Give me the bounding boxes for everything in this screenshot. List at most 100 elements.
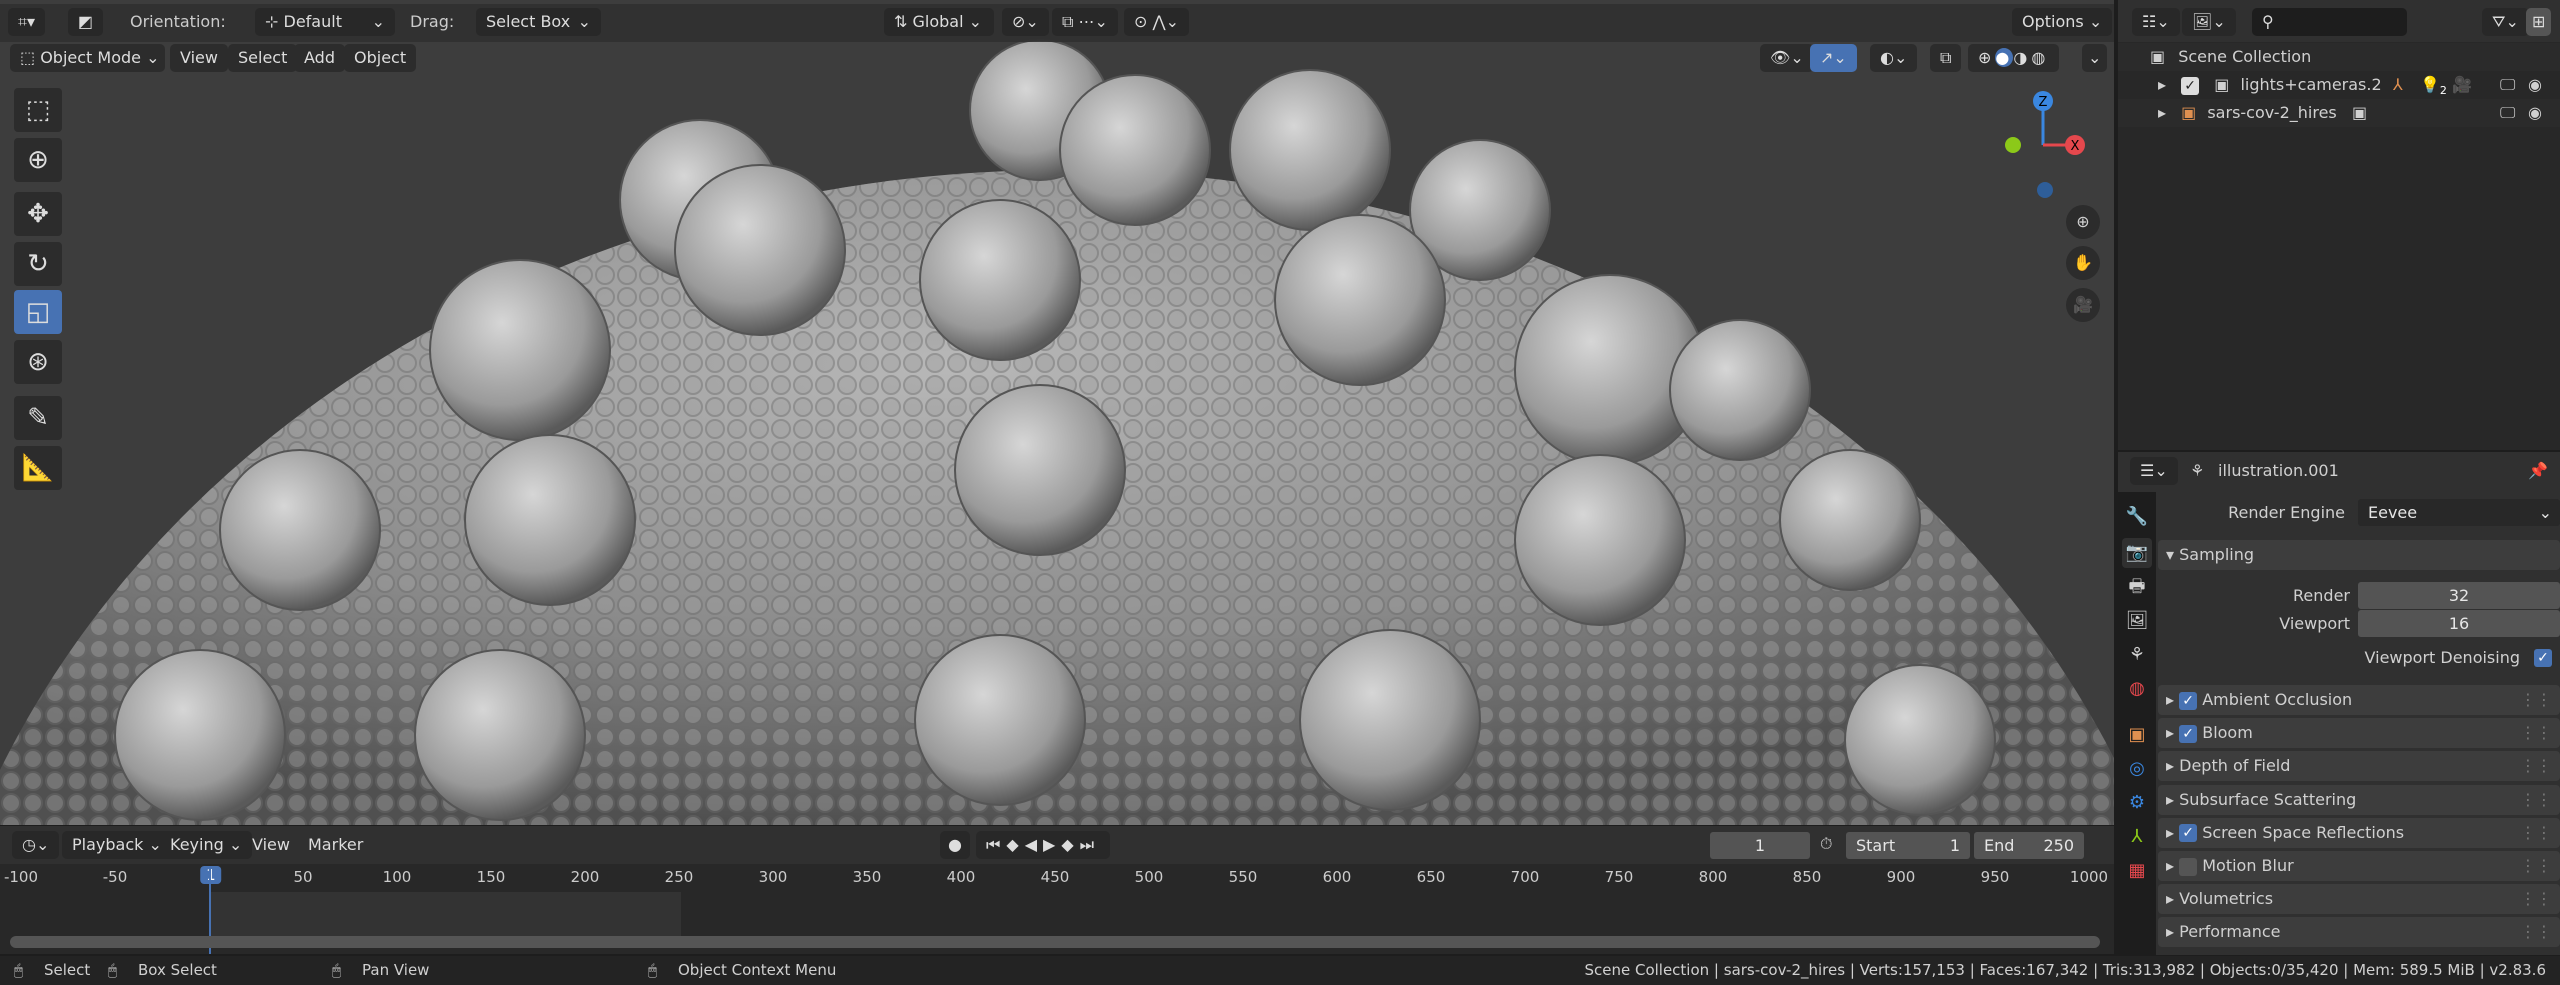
exclude-checkbox[interactable]: ✓ xyxy=(2181,76,2200,95)
tool-tab-icon[interactable]: 🔧 xyxy=(2122,502,2152,532)
pivot-icon[interactable]: ⊘⌄ xyxy=(1002,8,1049,36)
drag-dropdown[interactable]: Select Box ⌄ xyxy=(476,8,601,36)
panel-enable-checkbox[interactable]: ✓ xyxy=(2179,724,2198,743)
pan-hand-icon[interactable]: ✋ xyxy=(2066,246,2100,280)
menu-keying[interactable]: Keying ⌄ xyxy=(160,831,253,859)
xray-icon[interactable]: ⧉ xyxy=(1930,44,1962,72)
gizmo-toggle-icon[interactable]: ↗⌄ xyxy=(1810,44,1857,72)
sampling-panel-header[interactable]: ▾ Sampling xyxy=(2158,540,2560,570)
visibility-icon[interactable]: 👁⌄ xyxy=(1760,44,1814,72)
record-button[interactable]: ● xyxy=(940,831,970,859)
play-reverse-icon[interactable]: ◀ xyxy=(1025,835,1043,854)
drag-handle-icon[interactable]: ⋮⋮ xyxy=(2520,718,2552,748)
solid-icon[interactable]: ● xyxy=(1995,48,2014,67)
wireframe-icon[interactable]: ⊕ xyxy=(1978,48,1995,67)
prev-keyframe-icon[interactable]: ◆ xyxy=(1006,835,1024,854)
drag-handle-icon[interactable]: ⋮⋮ xyxy=(2520,851,2552,881)
render-tab-icon[interactable]: 📷 xyxy=(2122,538,2152,568)
camera-view-icon[interactable]: 🎥 xyxy=(2066,288,2100,322)
panel-header[interactable]: ▸ Volumetrics ⋮⋮ xyxy=(2158,884,2560,915)
start-frame-field[interactable]: Start 1 xyxy=(1846,832,1970,859)
zoom-icon[interactable]: ⊕ xyxy=(2066,205,2100,239)
panel-header[interactable]: ▸ ✓ Ambient Occlusion ⋮⋮ xyxy=(2158,685,2560,715)
transform-tool[interactable]: ⊛ xyxy=(14,340,62,384)
outliner-row-lights-cameras[interactable]: ▸ ✓ ▣ lights+cameras.2 ⅄ 💡2 🎥 🖵 ◉ xyxy=(2118,71,2560,99)
rendered-icon[interactable]: ◍ xyxy=(2031,48,2049,67)
play-icon[interactable]: ▶ xyxy=(1043,835,1061,854)
expand-arrow-icon[interactable]: ▸ xyxy=(2158,103,2166,122)
viewport-denoising-checkbox[interactable]: ✓ xyxy=(2534,649,2552,667)
texture-tab-icon[interactable]: ▦ xyxy=(2122,856,2152,886)
menu-add[interactable]: Add xyxy=(294,44,345,72)
drag-handle-icon[interactable]: ⋮⋮ xyxy=(2520,917,2552,947)
orientation-dropdown[interactable]: ⊹ Default ⌄ xyxy=(255,8,395,36)
filter-dropdown[interactable]: ⛛⌄ xyxy=(2482,8,2529,36)
display-mode-dropdown[interactable]: ☷⌄ xyxy=(2132,8,2180,36)
viewport-toggle-icon[interactable]: 🖵 xyxy=(2500,71,2515,99)
drag-handle-icon[interactable]: ⋮⋮ xyxy=(2520,884,2552,914)
3d-viewport[interactable]: ⌗▾ ◩ Orientation: ⊹ Default ⌄ Drag: Sele… xyxy=(0,0,2114,825)
menu-object[interactable]: Object xyxy=(344,44,417,72)
panel-header[interactable]: ▸ Performance ⋮⋮ xyxy=(2158,917,2560,948)
constraints-tab-icon[interactable]: ⚙ xyxy=(2122,788,2152,818)
scale-tool[interactable]: ◱ xyxy=(14,290,62,334)
overlays-icon[interactable]: ◐⌄ xyxy=(1870,44,1918,72)
panel-header[interactable]: ▸ Subsurface Scattering ⋮⋮ xyxy=(2158,784,2560,815)
annotate-tool[interactable]: ✎ xyxy=(14,396,62,440)
current-frame-field[interactable]: 1 xyxy=(1710,832,1810,859)
view-layer-tab-icon[interactable]: 🖼 xyxy=(2122,606,2152,636)
mode-dropdown[interactable]: ⬚ Object Mode ⌄ xyxy=(10,44,165,72)
world-tab-icon[interactable]: ◍ xyxy=(2122,674,2152,704)
render-engine-dropdown[interactable]: Eevee ⌄ xyxy=(2358,499,2560,526)
drag-handle-icon[interactable]: ⋮⋮ xyxy=(2520,785,2552,815)
proportional-edit-icon[interactable]: ⊙ ⋀⌄ xyxy=(1124,8,1190,36)
output-tab-icon[interactable]: 🖶 xyxy=(2122,572,2152,602)
outliner-row-scene-collection[interactable]: ▣ Scene Collection xyxy=(2118,43,2560,71)
drag-handle-icon[interactable]: ⋮⋮ xyxy=(2520,818,2552,848)
navigation-gizmo[interactable]: Z X xyxy=(1990,85,2090,200)
jump-end-icon[interactable]: ⏭ xyxy=(1080,835,1100,854)
editor-type-dropdown[interactable]: ◷⌄ xyxy=(12,831,60,859)
tool-icon[interactable]: ◩ xyxy=(68,8,104,36)
scene-tab-icon[interactable]: ⚘ xyxy=(2122,640,2152,670)
render-samples-field[interactable]: 32 xyxy=(2358,582,2560,609)
expand-arrow-icon[interactable]: ▸ xyxy=(2158,75,2166,94)
viewport-samples-field[interactable]: 16 xyxy=(2358,610,2560,637)
shading-dropdown[interactable]: ⌄ xyxy=(2082,44,2108,72)
jump-start-icon[interactable]: ⏮ xyxy=(986,835,1006,854)
transform-pivot-dropdown[interactable]: ⌗▾ xyxy=(8,8,46,36)
menu-playback[interactable]: Playback ⌄ xyxy=(62,831,172,859)
panel-header[interactable]: ▸ Depth of Field ⋮⋮ xyxy=(2158,751,2560,782)
outliner-search-input[interactable]: ⚲ xyxy=(2252,8,2407,36)
cursor-tool[interactable]: ⊕ xyxy=(14,138,62,182)
measure-tool[interactable]: 📐 xyxy=(14,446,62,490)
select-box-tool[interactable]: ⬚ xyxy=(14,88,62,132)
pin-icon[interactable]: 📌 xyxy=(2528,452,2548,490)
panel-header[interactable]: ▸ ✓ Motion Blur ⋮⋮ xyxy=(2158,851,2560,881)
drag-handle-icon[interactable]: ⋮⋮ xyxy=(2520,751,2552,781)
render-toggle-icon[interactable]: ◉ xyxy=(2528,71,2542,99)
outliner-row-sars-cov-2[interactable]: ▸ ▣ sars-cov-2_hires ▣ 🖵 ◉ xyxy=(2118,99,2560,127)
menu-select[interactable]: Select xyxy=(228,44,298,72)
object-tab-icon[interactable]: ▣ xyxy=(2122,720,2152,750)
editor-type-dropdown[interactable]: ☰⌄ xyxy=(2130,457,2178,485)
render-toggle-icon[interactable]: ◉ xyxy=(2528,99,2542,127)
physics-tab-icon[interactable]: ◎ xyxy=(2122,754,2152,784)
options-dropdown[interactable]: Options ⌄ xyxy=(2012,8,2113,36)
shading-modes[interactable]: ⊕●◑◍ xyxy=(1968,44,2060,72)
panel-header[interactable]: ▸ ✓ Bloom ⋮⋮ xyxy=(2158,718,2560,749)
timeline-scrollbar[interactable] xyxy=(10,936,2100,948)
move-tool[interactable]: ✥ xyxy=(14,192,62,236)
viewport-toggle-icon[interactable]: 🖵 xyxy=(2500,99,2515,127)
menu-view[interactable]: View xyxy=(170,44,228,72)
end-frame-field[interactable]: End 250 xyxy=(1974,832,2084,859)
panel-enable-checkbox[interactable]: ✓ xyxy=(2179,857,2198,876)
data-tab-icon[interactable]: ⅄ xyxy=(2122,822,2152,852)
transform-orientation-dropdown[interactable]: ⇅ Global ⌄ xyxy=(884,8,994,36)
view-layer-dropdown[interactable]: 🖼⌄ xyxy=(2182,8,2236,36)
drag-handle-icon[interactable]: ⋮⋮ xyxy=(2520,685,2552,715)
stopwatch-icon[interactable]: ⏱ xyxy=(1820,834,1832,854)
material-icon[interactable]: ◑ xyxy=(2013,48,2031,67)
rotate-tool[interactable]: ↻ xyxy=(14,242,62,286)
panel-enable-checkbox[interactable]: ✓ xyxy=(2179,691,2198,710)
